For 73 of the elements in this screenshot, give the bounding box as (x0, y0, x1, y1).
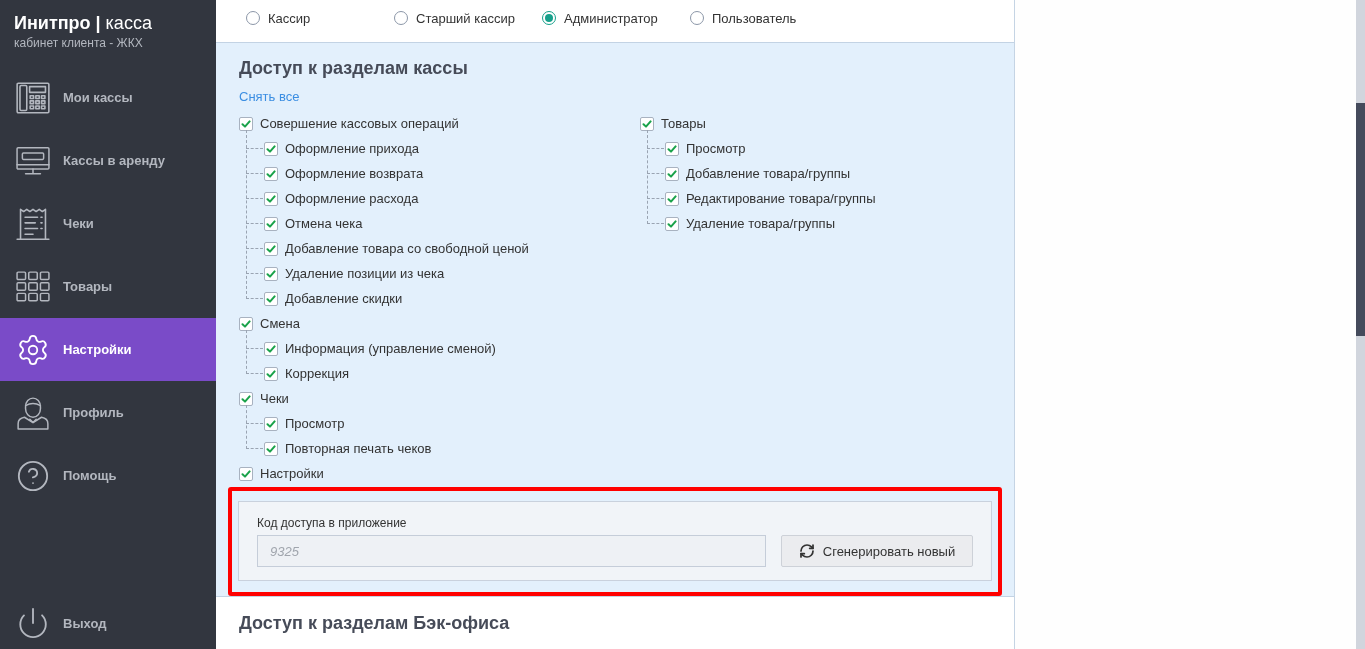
checkbox[interactable] (264, 141, 278, 156)
receipt-icon (16, 206, 50, 241)
access-code-field[interactable]: 9325 (257, 535, 766, 567)
checkbox-label: Оформление расхода (285, 191, 419, 206)
checkbox-label: Коррекция (285, 366, 349, 381)
scrollbar-thumb[interactable] (1356, 103, 1365, 336)
checkbox-label: Информация (управление сменой) (285, 341, 496, 356)
section-title: Доступ к разделам Бэк-офиса (239, 612, 511, 635)
checkbox[interactable] (264, 291, 278, 306)
checkbox-label: Оформление возврата (285, 166, 424, 181)
help-icon (16, 458, 50, 493)
generate-button[interactable]: Сгенерировать новый (781, 535, 973, 567)
radio-label[interactable]: Пользователь (712, 10, 797, 26)
checkbox[interactable] (264, 191, 278, 206)
checkbox-label: Просмотр (285, 416, 345, 431)
checkbox[interactable] (264, 266, 278, 281)
checkbox-label: Настройки (260, 466, 324, 481)
checkbox-label: Удаление товара/группы (686, 216, 835, 231)
checkbox[interactable] (640, 116, 654, 131)
checkbox-label: Редактирование товара/группы (686, 191, 876, 206)
nav-item[interactable]: Настройки (0, 318, 216, 381)
nav-item[interactable]: Кассы в аренду (0, 129, 216, 192)
checkbox-label: Чеки (260, 391, 289, 406)
desk-phone-icon (16, 80, 50, 115)
checkbox-label: Добавление скидки (285, 291, 403, 306)
person-icon (16, 395, 50, 430)
radio-label[interactable]: Кассир (268, 10, 311, 26)
checkbox-label: Добавление товара/группы (686, 166, 851, 181)
logo-subtitle: кабинет клиента - ЖКХ (14, 36, 144, 51)
checkbox[interactable] (264, 416, 278, 431)
radio-button[interactable] (394, 11, 408, 25)
radio-button[interactable] (542, 11, 556, 25)
nav-item[interactable]: Профиль (0, 381, 216, 444)
checkbox-label: Добавление товара со свободной ценой (285, 241, 529, 256)
nav-item[interactable]: Мои кассы (0, 66, 216, 129)
radio-button[interactable] (690, 11, 704, 25)
power-icon (16, 606, 50, 640)
logo-text: Инитпро | касса (14, 12, 153, 34)
section-title: Доступ к разделам кассы (239, 57, 469, 80)
nav-item[interactable]: Товары (0, 255, 216, 318)
nav-item[interactable]: Помощь (0, 444, 216, 507)
checkbox[interactable] (264, 166, 278, 181)
checkbox[interactable] (665, 141, 679, 156)
refresh-icon (798, 543, 815, 559)
radio-label[interactable]: Администратор (564, 10, 658, 26)
checkbox-label: Удаление позиции из чека (285, 266, 445, 281)
checkbox[interactable] (239, 466, 253, 481)
checkbox[interactable] (264, 341, 278, 356)
field-label: Код доступа в приложение (257, 515, 408, 531)
checkbox-label: Отмена чека (285, 216, 363, 231)
checkbox-label: Смена (260, 316, 300, 331)
checkbox[interactable] (264, 366, 278, 381)
checkbox[interactable] (264, 216, 278, 231)
checkbox[interactable] (665, 191, 679, 206)
nav-item[interactable]: Чеки (0, 192, 216, 255)
checkbox-label: Просмотр (686, 141, 746, 156)
checkbox-label: Товары (661, 116, 706, 131)
checkbox[interactable] (239, 116, 253, 131)
settings-icon (16, 332, 50, 367)
checkbox-label: Повторная печать чеков (285, 441, 432, 456)
checkbox[interactable] (264, 241, 278, 256)
checkbox[interactable] (264, 441, 278, 456)
checkbox[interactable] (239, 391, 253, 406)
checkbox[interactable] (239, 316, 253, 331)
scrollbar-track[interactable] (1356, 0, 1365, 649)
checkbox-label: Оформление прихода (285, 141, 419, 156)
grid-icon (16, 269, 50, 304)
checkbox-label: Совершение кассовых операций (260, 116, 459, 131)
radio-label[interactable]: Старший кассир (416, 10, 515, 26)
checkbox[interactable] (665, 216, 679, 231)
checkbox[interactable] (665, 166, 679, 181)
logout-link[interactable]: Выход (0, 597, 216, 649)
radio-button[interactable] (246, 11, 260, 25)
